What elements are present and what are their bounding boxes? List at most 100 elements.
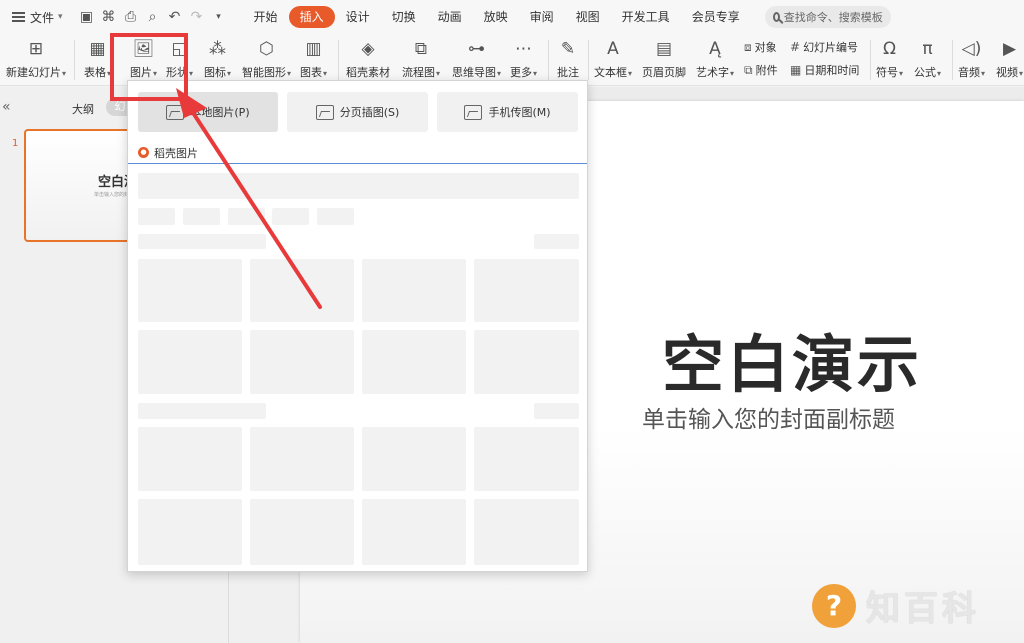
wordart-label: 艺术字: [696, 66, 729, 79]
file-menu-label: 文件: [30, 10, 55, 25]
paged-illustration-button[interactable]: 分页插图(S): [287, 92, 428, 132]
header-footer-label: 页眉页脚: [642, 66, 686, 79]
audio-label: 音频: [958, 66, 980, 79]
header-footer-button[interactable]: ▤ 页眉页脚: [642, 38, 686, 80]
collapse-pane-icon[interactable]: «: [2, 99, 11, 115]
chart-icon: ▥: [305, 39, 322, 59]
slide-number: 1: [12, 138, 19, 149]
ribbon-tabs: 开始 插入 设计 切换 动画 放映 审阅 视图 开发工具 会员专享: [243, 6, 751, 28]
tag-placeholder: [317, 208, 354, 225]
mindmap-label: 思维导图: [452, 66, 496, 79]
command-search[interactable]: 查找命令、搜索模板: [764, 6, 891, 28]
category-placeholder: [138, 234, 266, 249]
slide-thumbnail[interactable]: 空白演 单击输入您的封: [24, 129, 142, 242]
watermark-text: 知百科: [866, 589, 980, 629]
flowchart-label: 流程图: [402, 66, 435, 79]
new-slide-label: 新建幻灯片: [6, 66, 61, 79]
tab-design[interactable]: 设计: [335, 6, 381, 28]
daoke-pictures-header: ● 稻壳图片: [128, 142, 587, 164]
object-button[interactable]: ⧈ 对象: [744, 39, 777, 55]
picture-tile-placeholder: [474, 330, 579, 394]
slide-number-button[interactable]: # 幻灯片编号: [790, 39, 858, 55]
datetime-button[interactable]: ▦ 日期和时间: [790, 62, 859, 78]
tab-home[interactable]: 开始: [243, 6, 289, 28]
flowchart-button[interactable]: ⧉ 流程图▾: [402, 38, 440, 80]
chart-label: 图表: [300, 66, 322, 79]
picture-tile-placeholder: [362, 427, 466, 491]
tab-view[interactable]: 视图: [565, 6, 611, 28]
mindmap-button[interactable]: ⊶ 思维导图▾: [452, 38, 501, 80]
wordart-icon: Ą: [709, 39, 721, 59]
tab-outline[interactable]: 大纲: [72, 101, 94, 117]
picture-tile-placeholder: [250, 259, 354, 322]
more-link-placeholder: [534, 403, 579, 419]
object-icon: ⧈: [744, 39, 752, 54]
local-picture-label: 本地图片(P): [190, 106, 250, 119]
attachment-label: 附件: [755, 64, 778, 77]
calendar-icon: ▦: [790, 63, 802, 77]
print-preview-icon[interactable]: ⌕: [145, 9, 161, 25]
audio-button[interactable]: ◁) 音频▾: [958, 38, 985, 80]
picture-tile-placeholder: [362, 499, 466, 565]
slide-subtitle[interactable]: 单击输入您的封面副标题: [642, 400, 895, 434]
slide-title[interactable]: 空白演示: [662, 314, 922, 404]
symbol-button[interactable]: Ω 符号▾: [876, 38, 903, 80]
daoke-material-button[interactable]: ◈ 稻壳素材: [346, 38, 390, 80]
wordart-button[interactable]: Ą 艺术字▾: [696, 38, 734, 80]
tab-developer[interactable]: 开发工具: [611, 6, 681, 28]
tab-member[interactable]: 会员专享: [681, 6, 751, 28]
mindmap-icon: ⊶: [468, 39, 485, 59]
picture-tile-placeholder: [362, 259, 466, 322]
paged-illustration-label: 分页插图(S): [339, 106, 400, 119]
tab-transition[interactable]: 切换: [381, 6, 427, 28]
chart-button[interactable]: ▥ 图表▾: [300, 38, 327, 80]
formula-button[interactable]: π 公式▾: [914, 38, 941, 80]
file-menu[interactable]: 文件 ▾: [8, 5, 67, 29]
attachment-icon: ⧉: [744, 62, 753, 77]
format-painter-icon[interactable]: ⌘: [101, 9, 117, 25]
textbox-label: 文本框: [594, 66, 627, 79]
new-slide-button[interactable]: ⊞ 新建幻灯片▾: [6, 38, 66, 80]
table-label: 表格: [84, 66, 106, 79]
thumbnail-subtitle: 单击输入您的封: [94, 192, 130, 198]
pi-icon: π: [922, 39, 933, 59]
tab-animation[interactable]: 动画: [427, 6, 473, 28]
picture-tile-placeholder: [138, 427, 242, 491]
picture-tile-placeholder: [474, 427, 579, 491]
tab-insert[interactable]: 插入: [288, 6, 335, 28]
tag-placeholder: [138, 208, 175, 225]
smartart-icon: ⬡: [259, 39, 274, 59]
slide-number-label: 幻灯片编号: [803, 41, 859, 54]
picture-tile-placeholder: [138, 259, 242, 322]
icon-button[interactable]: ⁂ 图标▾: [204, 38, 231, 80]
formula-label: 公式: [914, 66, 936, 79]
textbox-icon: A: [607, 39, 619, 59]
pane-divider: [228, 560, 229, 643]
smartart-button[interactable]: ⬡ 智能图形▾: [242, 38, 291, 80]
image-icon: [166, 104, 185, 120]
more-link-placeholder: [534, 234, 579, 249]
textbox-button[interactable]: A 文本框▾: [594, 38, 632, 80]
comment-button[interactable]: ✎ 批注: [556, 38, 580, 80]
video-icon: ▶: [1002, 39, 1017, 59]
phone-transfer-label: 手机传图(M): [488, 106, 551, 119]
print-icon[interactable]: ⎙: [123, 9, 139, 25]
video-button[interactable]: ▶ 视频▾: [996, 38, 1023, 80]
phone-image-icon: [464, 104, 483, 120]
undo-icon[interactable]: ↶: [167, 9, 183, 25]
phone-transfer-button[interactable]: 手机传图(M): [437, 92, 578, 132]
watermark-logo-icon: ?: [812, 583, 856, 628]
redo-icon[interactable]: ↷: [189, 9, 205, 25]
picture-tile-placeholder: [250, 499, 354, 565]
tab-review[interactable]: 审阅: [519, 6, 565, 28]
new-slide-icon: ⊞: [28, 39, 44, 59]
save-icon[interactable]: ▣: [79, 9, 95, 25]
header-footer-icon: ▤: [655, 39, 673, 59]
table-button[interactable]: ▦ 表格▾: [84, 38, 111, 80]
attachment-button[interactable]: ⧉ 附件: [744, 62, 778, 78]
tab-slideshow[interactable]: 放映: [473, 6, 519, 28]
more-button[interactable]: ⋯ 更多▾: [510, 38, 537, 80]
comment-icon: ✎: [560, 39, 576, 59]
customize-dropdown-icon[interactable]: ▾: [211, 12, 227, 22]
picture-tile-placeholder: [474, 259, 579, 322]
